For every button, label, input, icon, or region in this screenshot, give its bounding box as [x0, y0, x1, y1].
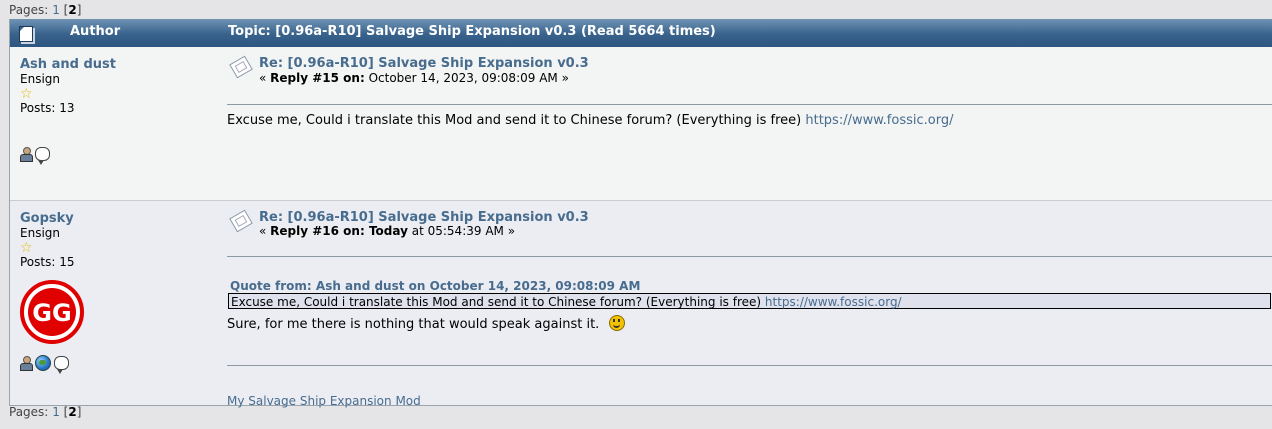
post-meta: « Reply #16 on: Today at 05:54:39 AM » — [259, 224, 515, 238]
bracket-close: ] — [76, 405, 82, 419]
website-globe-icon[interactable] — [35, 355, 51, 371]
poster-post-count: Posts: 15 — [20, 255, 75, 269]
post-body: Sure, for me there is nothing that would… — [227, 315, 626, 332]
poster-icons — [20, 355, 72, 374]
poster-rank: Ensign — [20, 226, 60, 240]
post-reply-15: Ash and dust Ensign ☆ Posts: 13 Re: [0.9… — [10, 47, 1272, 201]
meta-open: « — [259, 71, 271, 85]
reply-number: Reply #15 on: — [270, 71, 365, 85]
post-title-link[interactable]: Re: [0.96a-R10] Salvage Ship Expansion v… — [259, 210, 589, 225]
author-column-header: Author — [70, 24, 121, 39]
poster-icons — [20, 146, 53, 165]
signature-link[interactable]: My Salvage Ship Expansion Mod — [227, 394, 421, 408]
page-1-link[interactable]: 1 — [52, 405, 60, 419]
page-1-link[interactable]: 1 — [52, 3, 60, 17]
poster-name-link[interactable]: Gopsky — [20, 211, 74, 226]
post-meta: « Reply #15 on: October 14, 2023, 09:08:… — [259, 71, 569, 85]
avatar-text: GG — [32, 299, 71, 327]
topic-title: Topic: [0.96a-R10] Salvage Ship Expansio… — [228, 24, 716, 39]
profile-icon[interactable] — [20, 146, 33, 162]
poster-post-count: Posts: 13 — [20, 101, 75, 115]
quote-box: Excuse me, Could i translate this Mod an… — [228, 293, 1271, 309]
post-title-link[interactable]: Re: [0.96a-R10] Salvage Ship Expansion v… — [259, 56, 589, 71]
post-date-today: Today — [364, 224, 408, 238]
post-reply-16: Gopsky Ensign ☆ Posts: 15 GG Re: [0.96a-… — [10, 201, 1272, 408]
pagination-top: Pages: 1 [2] — [9, 1, 81, 19]
avatar: GG — [20, 280, 84, 344]
message-icon — [229, 209, 253, 233]
quote-header-link[interactable]: Quote from: Ash and dust on October 14, … — [230, 279, 640, 293]
post-separator — [227, 256, 1272, 257]
personal-message-icon[interactable] — [35, 146, 50, 165]
post-body-text: Excuse me, Could i translate this Mod an… — [227, 113, 806, 128]
reply-number: Reply #16 on: — [270, 224, 365, 238]
rank-star-icon: ☆ — [20, 86, 33, 102]
current-page: 2 — [68, 405, 77, 419]
signature-separator — [227, 365, 1272, 366]
pages-label: Pages: — [9, 405, 49, 419]
poster-info: Gopsky Ensign ☆ Posts: 15 — [20, 211, 220, 269]
poster-rank: Ensign — [20, 72, 60, 86]
post-separator — [227, 104, 1272, 105]
poster-name-link[interactable]: Ash and dust — [20, 57, 116, 72]
fossic-link[interactable]: https://www.fossic.org/ — [805, 113, 953, 128]
poster-info: Ash and dust Ensign ☆ Posts: 13 — [20, 57, 220, 115]
smiley-icon — [609, 315, 626, 331]
post-date: October 14, 2023, 09:08:09 AM » — [364, 71, 569, 85]
personal-message-icon[interactable] — [54, 356, 69, 374]
rank-star-icon: ☆ — [20, 240, 33, 256]
bracket-close: ] — [76, 3, 82, 17]
post-body-text: Sure, for me there is nothing that would… — [227, 317, 600, 332]
topic-document-icon — [19, 26, 33, 42]
message-icon — [229, 55, 253, 79]
quote-fossic-link[interactable]: https://www.fossic.org/ — [765, 295, 902, 309]
quote-text: Excuse me, Could i translate this Mod an… — [231, 295, 765, 309]
topic-board: Author Topic: [0.96a-R10] Salvage Ship E… — [9, 19, 1272, 408]
pagination-bottom: Pages: 1 [2] — [9, 403, 81, 421]
pages-label: Pages: — [9, 3, 49, 17]
post-date: at 05:54:39 AM » — [407, 224, 516, 238]
meta-open: « — [259, 224, 271, 238]
post-body: Excuse me, Could i translate this Mod an… — [227, 113, 953, 128]
current-page: 2 — [68, 3, 77, 17]
profile-icon[interactable] — [20, 356, 33, 371]
topic-header-bar: Author Topic: [0.96a-R10] Salvage Ship E… — [10, 19, 1272, 47]
